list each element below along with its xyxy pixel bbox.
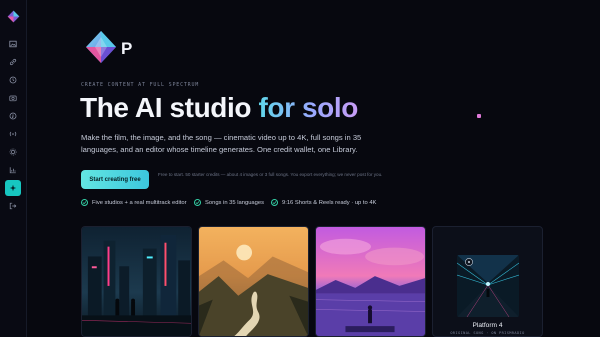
sidebar-item-music[interactable] xyxy=(5,108,21,124)
feature-label: Five studios + a real multitrack editor xyxy=(92,199,187,206)
cyberpunk-city-image xyxy=(82,227,191,336)
sidebar-item-radio[interactable] xyxy=(5,126,21,142)
brand-name[interactable]: P xyxy=(121,39,132,59)
start-creating-button[interactable]: Start creating free xyxy=(81,170,149,189)
cta-note: Free to start. 50 starter credits — abou… xyxy=(158,172,383,177)
sidebar-item-signout[interactable] xyxy=(5,198,21,214)
headline-plain: The AI studio xyxy=(80,92,259,123)
gallery-card-valley[interactable] xyxy=(198,226,309,337)
clock-icon xyxy=(9,76,17,84)
check-circle-icon xyxy=(81,199,88,206)
check-circle-icon xyxy=(194,199,201,206)
music-icon xyxy=(9,112,17,120)
decorative-dot xyxy=(477,114,481,118)
brand-logo-icon[interactable] xyxy=(85,30,117,64)
brand-logo-icon[interactable] xyxy=(7,10,20,23)
feature-item: Five studios + a real multitrack editor xyxy=(81,199,187,206)
sidebar xyxy=(0,0,27,337)
eyebrow-label: CREATE CONTENT AT FULL SPECTRUM xyxy=(81,82,200,88)
link-icon xyxy=(9,58,17,66)
feature-item: 9:16 Shorts & Reels ready · up to 4K xyxy=(271,199,376,206)
gallery-card-platform[interactable]: Platform 4 ORIGINAL SONG · ON PRISMRADIO xyxy=(432,226,543,337)
track-title: Platform 4 xyxy=(472,322,503,329)
page-title: The AI studio for solo xyxy=(80,92,358,124)
dream-lake-image xyxy=(316,227,425,336)
broadcast-icon xyxy=(9,131,17,137)
river-valley-image xyxy=(199,227,308,336)
camera-icon xyxy=(9,95,17,102)
sidebar-item-settings[interactable] xyxy=(5,144,21,160)
sidebar-item-video[interactable] xyxy=(5,90,21,106)
subway-platform-image xyxy=(457,255,519,317)
sparkle-icon xyxy=(9,184,17,192)
feature-item: Songs in 35 languages xyxy=(194,199,264,206)
settings-icon xyxy=(9,148,17,156)
check-circle-icon xyxy=(271,199,278,206)
feature-label: Songs in 35 languages xyxy=(205,199,264,206)
feature-label: 9:16 Shorts & Reels ready · up to 4K xyxy=(282,199,377,206)
chart-icon xyxy=(9,167,16,174)
sidebar-item-images[interactable] xyxy=(5,36,21,52)
image-icon xyxy=(9,40,17,48)
gallery-card-lake[interactable] xyxy=(315,226,426,337)
sidebar-item-history[interactable] xyxy=(5,72,21,88)
sidebar-item-links[interactable] xyxy=(5,54,21,70)
sidebar-item-analytics[interactable] xyxy=(5,162,21,178)
logout-icon xyxy=(9,202,17,210)
headline-accent: for solo xyxy=(258,92,358,123)
hero-subtitle: Make the film, the image, and the song —… xyxy=(81,133,362,155)
album-cover xyxy=(457,255,519,317)
track-subtitle: ORIGINAL SONG · ON PRISMRADIO xyxy=(450,331,525,335)
gallery-card-city[interactable] xyxy=(81,226,192,337)
sidebar-item-create[interactable] xyxy=(5,180,21,196)
